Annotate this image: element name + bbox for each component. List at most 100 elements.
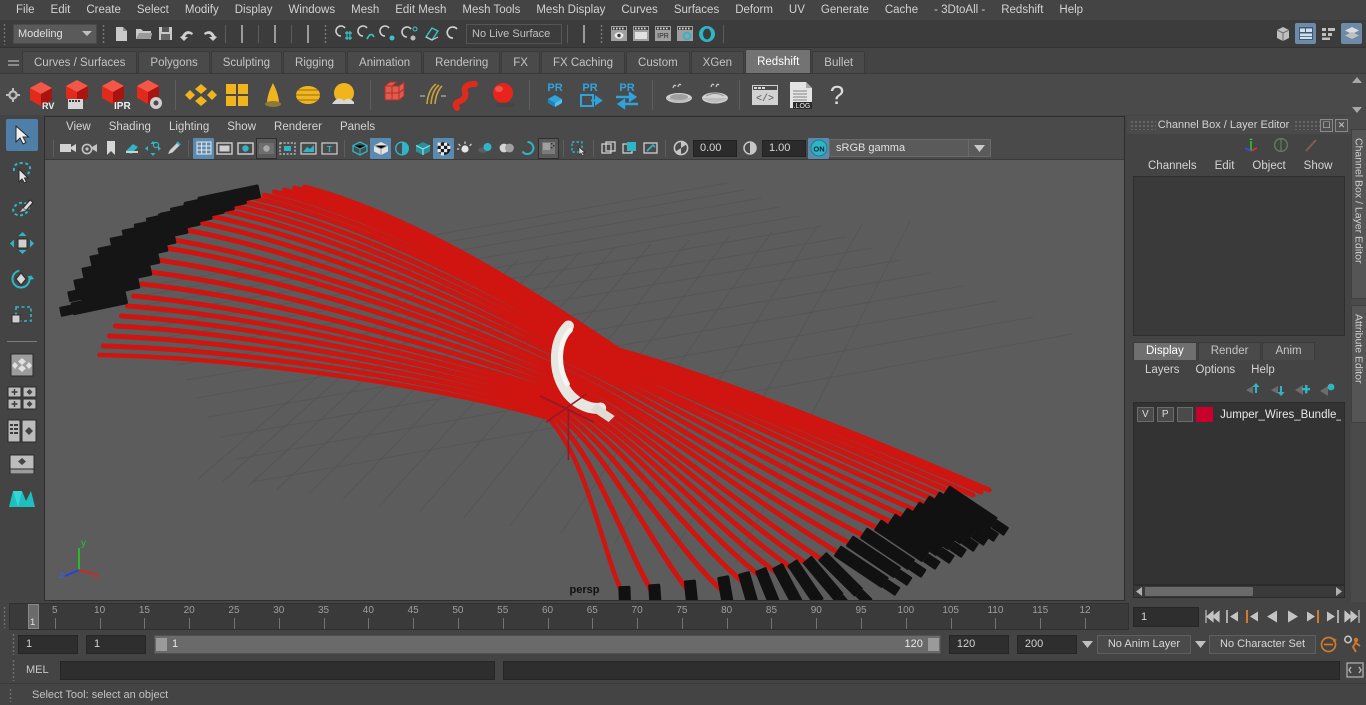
playback-start-time-field[interactable]: 1 xyxy=(86,634,146,654)
render-current-frame-icon[interactable] xyxy=(608,23,630,45)
snap-to-grid-icon[interactable] xyxy=(332,23,354,45)
shelf-tab-sculpting[interactable]: Sculpting xyxy=(210,51,283,73)
channel-box-menu-channels[interactable]: Channels xyxy=(1139,159,1206,173)
menu-item-3dtoall[interactable]: - 3DtoAll - xyxy=(926,1,993,19)
film-gate-icon[interactable] xyxy=(214,138,235,159)
render-sequence-icon[interactable] xyxy=(630,23,652,45)
character-set-dropdown-icon[interactable] xyxy=(1191,635,1209,654)
step-forward-frame-icon[interactable] xyxy=(1303,606,1322,628)
step-back-frame-icon[interactable] xyxy=(1243,606,1262,628)
anim-layer-dropdown-icon[interactable] xyxy=(1079,635,1097,654)
shelf-button-redshift-help[interactable]: ? xyxy=(819,77,855,113)
animation-start-time-field[interactable]: 1 xyxy=(18,634,78,654)
channel-box-menu-show[interactable]: Show xyxy=(1295,159,1342,173)
undock-icon[interactable]: ☐ xyxy=(1320,118,1333,132)
shelf-scroll-down-icon[interactable] xyxy=(1352,107,1362,113)
shelf-button-redshift-volume[interactable] xyxy=(450,77,486,113)
viewport-menu-lighting[interactable]: Lighting xyxy=(160,120,218,134)
select-camera-icon[interactable] xyxy=(58,138,79,159)
show-hide-tool-settings-icon[interactable] xyxy=(1318,23,1339,44)
shelf-tab-rendering[interactable]: Rendering xyxy=(423,51,501,73)
menu-item-surfaces[interactable]: Surfaces xyxy=(666,1,727,19)
auto-keyframe-icon[interactable] xyxy=(1316,635,1340,654)
layer-editor-tab-display[interactable]: Display xyxy=(1133,341,1197,360)
time-slider-gripper[interactable] xyxy=(0,602,9,631)
dock-tab-attribute-editor[interactable]: Attribute Editor xyxy=(1350,305,1366,423)
shelf-button-redshift-proxy-swap[interactable]: PR xyxy=(609,77,645,113)
four-view-layout-button[interactable] xyxy=(6,383,38,413)
shelf-button-redshift-render-settings[interactable] xyxy=(132,77,168,113)
menu-item-generate[interactable]: Generate xyxy=(813,1,877,19)
viewport-3d[interactable]: y x z persp xyxy=(45,160,1124,600)
shelf-button-redshift-bake-set[interactable] xyxy=(660,77,696,113)
menu-item-select[interactable]: Select xyxy=(129,1,177,19)
range-slider-bar[interactable]: 1 120 xyxy=(154,634,941,654)
layer-menu-layers[interactable]: Layers xyxy=(1137,363,1188,377)
menu-item-deform[interactable]: Deform xyxy=(727,1,781,19)
exposure-field[interactable]: 0.00 xyxy=(693,139,737,157)
render-settings-icon[interactable] xyxy=(674,23,696,45)
shelf-tab-fx-caching[interactable]: FX Caching xyxy=(540,51,626,73)
smooth-shade-all-icon[interactable] xyxy=(370,137,391,159)
save-scene-icon[interactable] xyxy=(154,23,176,45)
persp-graph-layout-button[interactable] xyxy=(6,449,38,479)
shelf-options-icon[interactable] xyxy=(2,74,24,116)
menu-item-help[interactable]: Help xyxy=(1051,1,1091,19)
hypershade-icon[interactable] xyxy=(696,23,718,45)
undo-icon[interactable] xyxy=(176,23,198,45)
new-scene-icon[interactable] xyxy=(110,23,132,45)
bookmark-icon[interactable] xyxy=(100,138,121,159)
character-set-selector[interactable]: No Character Set xyxy=(1209,634,1316,654)
play-backwards-icon[interactable] xyxy=(1263,606,1282,628)
layer-menu-help[interactable]: Help xyxy=(1243,363,1283,377)
last-tool-used-button[interactable] xyxy=(6,350,38,380)
shelf-button-redshift-render-sequence[interactable] xyxy=(60,77,96,113)
viewport-menu-view[interactable]: View xyxy=(57,120,100,134)
viewport-render-icon[interactable] xyxy=(640,138,661,159)
shelf-tab-curves-surfaces[interactable]: Curves / Surfaces xyxy=(22,51,138,73)
menu-item-mesh-tools[interactable]: Mesh Tools xyxy=(454,1,528,19)
range-right-handle[interactable] xyxy=(926,636,940,652)
scrollbar-thumb[interactable] xyxy=(1145,587,1253,596)
display-layer-list[interactable]: V P Jumper_Wires_Bundle_ xyxy=(1133,401,1345,585)
motion-blur-icon[interactable] xyxy=(517,138,538,159)
scroll-right-icon[interactable] xyxy=(1333,587,1344,596)
shelf-button-redshift-proxy-import[interactable]: PR xyxy=(573,77,609,113)
menu-item-mesh[interactable]: Mesh xyxy=(343,1,387,19)
gamma-field[interactable]: 1.00 xyxy=(762,139,806,157)
live-surface-field[interactable]: No Live Surface xyxy=(466,23,562,44)
current-frame-field[interactable]: 1 xyxy=(1133,606,1199,627)
exposure-icon[interactable] xyxy=(670,138,691,159)
xray-mode-icon[interactable] xyxy=(568,138,589,159)
color-management-toggle-icon[interactable]: ON xyxy=(808,137,829,159)
menu-item-curves[interactable]: Curves xyxy=(613,1,665,19)
menu-item-modify[interactable]: Modify xyxy=(177,1,227,19)
viewport-menu-renderer[interactable]: Renderer xyxy=(265,120,331,134)
menu-item-create[interactable]: Create xyxy=(78,1,129,19)
shelf-tab-custom[interactable]: Custom xyxy=(626,51,690,73)
grease-pencil-icon[interactable] xyxy=(163,138,184,159)
channel-box-menu-object[interactable]: Object xyxy=(1243,159,1294,173)
shelf-tab-fx[interactable]: FX xyxy=(501,51,540,73)
shelf-button-redshift-dome-light[interactable] xyxy=(255,77,291,113)
wireframe-shading-icon[interactable] xyxy=(349,138,370,159)
layer-row-jumper-wires-bundle[interactable]: V P Jumper_Wires_Bundle_ xyxy=(1137,406,1341,424)
viewport-menu-show[interactable]: Show xyxy=(218,120,265,134)
move-layer-up-icon[interactable] xyxy=(1244,383,1260,396)
camera-attributes-icon[interactable] xyxy=(79,138,100,159)
playback-end-time-field[interactable]: 120 xyxy=(948,634,1009,654)
xray-joints-icon[interactable] xyxy=(598,138,619,159)
snap-to-projected-center-icon[interactable] xyxy=(398,23,420,45)
gamma-icon[interactable] xyxy=(739,138,760,159)
isolate-select-icon[interactable] xyxy=(538,137,559,159)
layer-menu-options[interactable]: Options xyxy=(1188,363,1244,377)
shelf-tab-xgen[interactable]: XGen xyxy=(690,51,745,73)
move-tool-button[interactable] xyxy=(6,227,38,259)
scroll-left-icon[interactable] xyxy=(1134,587,1145,596)
menu-item-windows[interactable]: Windows xyxy=(280,1,343,19)
open-scene-icon[interactable] xyxy=(132,23,154,45)
menu-item-uv[interactable]: UV xyxy=(781,1,813,19)
panel-gripper[interactable] xyxy=(1130,120,1156,130)
shelf-button-redshift-log-file[interactable]: .LOG xyxy=(783,77,819,113)
range-left-handle[interactable] xyxy=(155,636,168,652)
